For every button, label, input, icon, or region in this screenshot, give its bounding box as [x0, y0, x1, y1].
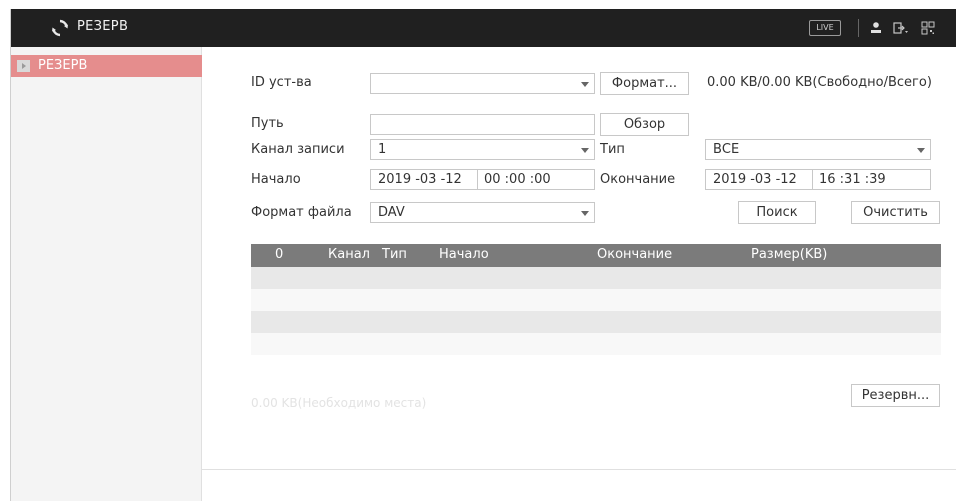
clear-button[interactable]: Очистить: [851, 201, 940, 224]
device-label: ID уст-ва: [251, 75, 312, 90]
header-bar: РЕЗЕРВ LIVE: [11, 9, 956, 47]
field-divider: [812, 170, 813, 189]
qr-code-icon[interactable]: [920, 20, 936, 36]
end-label: Окончание: [600, 172, 676, 187]
table-row[interactable]: [251, 289, 941, 311]
chevron-right-icon: [17, 60, 30, 72]
backup-button[interactable]: Резервн...: [851, 384, 940, 407]
table-row[interactable]: [251, 333, 941, 355]
footer-divider: [202, 469, 956, 470]
file-format-value: DAV: [378, 205, 405, 220]
browse-button[interactable]: Обзор: [600, 113, 689, 136]
start-label: Начало: [251, 172, 301, 187]
type-label: Тип: [600, 142, 625, 157]
sidebar-item-backup[interactable]: РЕЗЕРВ: [11, 55, 202, 77]
start-datetime-field[interactable]: 2019 -03 -12 00 :00 :00: [370, 169, 595, 190]
end-time[interactable]: 16 :31 :39: [819, 170, 886, 189]
file-format-label: Формат файла: [251, 205, 352, 220]
file-format-select[interactable]: DAV: [370, 202, 595, 223]
refresh-icon: [52, 19, 68, 37]
format-button[interactable]: Формат...: [600, 72, 689, 95]
table-row[interactable]: [251, 267, 941, 289]
column-header-end: Окончание: [597, 247, 673, 262]
sidebar: РЕЗЕРВ: [11, 47, 202, 501]
column-header-type: Тип: [382, 247, 407, 262]
start-time[interactable]: 00 :00 :00: [484, 170, 551, 189]
user-icon[interactable]: [868, 20, 884, 36]
table-header: 0 Канал Тип Начало Окончание Размер(KB): [251, 244, 941, 267]
live-button[interactable]: LIVE: [809, 20, 841, 36]
results-table: 0 Канал Тип Начало Окончание Размер(KB): [251, 244, 941, 355]
table-row[interactable]: [251, 311, 941, 333]
column-header-select[interactable]: 0: [275, 247, 283, 262]
chevron-down-icon: [917, 148, 925, 153]
page-title: РЕЗЕРВ: [77, 19, 129, 34]
channel-label: Канал записи: [251, 142, 345, 157]
type-select[interactable]: ВСЕ: [705, 139, 931, 160]
app-frame: РЕЗЕРВ LIVE РЕЗЕРВ ID уст-ва Формат... 0…: [10, 9, 956, 501]
column-header-start: Начало: [439, 247, 489, 262]
start-date[interactable]: 2019 -03 -12: [378, 170, 462, 189]
header-divider: [858, 19, 859, 37]
capacity-text: 0.00 KB/0.00 KB(Свободно/Всего): [707, 75, 932, 90]
path-input[interactable]: [370, 114, 595, 135]
channel-value: 1: [378, 142, 387, 157]
chevron-down-icon: [581, 148, 589, 153]
chevron-down-icon: [581, 82, 589, 87]
column-header-channel: Канал: [328, 247, 370, 262]
column-header-size: Размер(KB): [751, 247, 828, 262]
required-space-text: 0.00 KB(Необходимо места): [251, 396, 427, 410]
channel-select[interactable]: 1: [370, 139, 595, 160]
field-divider: [477, 170, 478, 189]
logout-icon[interactable]: [892, 20, 908, 36]
path-label: Путь: [251, 116, 284, 131]
device-select[interactable]: [370, 73, 595, 94]
end-date[interactable]: 2019 -03 -12: [713, 170, 797, 189]
search-button[interactable]: Поиск: [738, 201, 816, 224]
chevron-down-icon: [581, 211, 589, 216]
end-datetime-field[interactable]: 2019 -03 -12 16 :31 :39: [705, 169, 931, 190]
type-value: ВСЕ: [713, 142, 740, 157]
sidebar-item-label: РЕЗЕРВ: [38, 58, 88, 73]
